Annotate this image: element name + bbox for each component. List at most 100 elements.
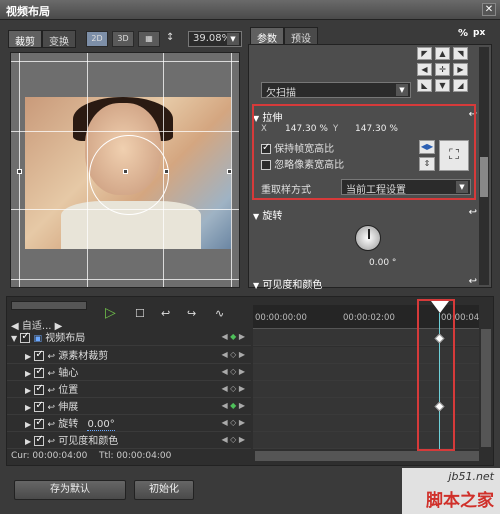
highlight-box [252, 104, 476, 200]
tab-crop[interactable]: 裁剪 [8, 30, 42, 48]
track-checkbox[interactable] [34, 417, 45, 429]
align-left-button[interactable]: ◀ [417, 63, 432, 76]
rotation-dial[interactable] [355, 225, 381, 251]
guide-line [11, 131, 239, 132]
track-label: 旋转 [58, 419, 79, 430]
scrollbar[interactable] [479, 47, 489, 285]
save-default-button[interactable]: 存为默认 [14, 480, 126, 500]
guide-line [11, 61, 239, 62]
title-bar: 视频布局 ✕ [0, 0, 500, 20]
track-label: 视频布局 [45, 333, 86, 344]
align-bottom-button[interactable]: ▼ [435, 79, 450, 92]
track-checkbox[interactable] [20, 331, 31, 343]
graph-button[interactable]: ∿ [215, 307, 224, 320]
reset-icon[interactable]: ↩ [48, 352, 56, 362]
reset-icon[interactable]: ↩ [469, 276, 477, 287]
timeline-scrollbar[interactable] [255, 451, 479, 461]
rotate-value[interactable]: 0.00 ° [369, 258, 396, 268]
reset-icon[interactable]: ↩ [48, 403, 56, 413]
track-checkbox[interactable] [34, 383, 45, 395]
expand-icon[interactable]: ▶ [25, 403, 31, 412]
watermark-name: 脚本之家 [426, 491, 494, 511]
track-checkbox[interactable] [34, 400, 45, 412]
track-checkbox[interactable] [34, 366, 45, 378]
collapse-icon[interactable]: ▼ [11, 334, 17, 343]
align-top-right-button[interactable]: ◥ [453, 47, 468, 60]
3d-mode-button[interactable]: 3D [112, 31, 134, 47]
next-keyframe-button[interactable]: ↪ [187, 307, 196, 320]
watermark: jb51.net 脚本之家 [402, 468, 500, 514]
keyframe-nav[interactable]: ◀ ◇ ▶ [221, 350, 245, 359]
zoom-slider[interactable] [11, 301, 87, 310]
track-checkbox[interactable] [34, 349, 45, 361]
current-time: Cur: 00:00:04:00 [11, 451, 88, 461]
keyframe-nav[interactable]: ◀ ◇ ▶ [221, 367, 245, 376]
2d-mode-button[interactable]: 2D [86, 31, 108, 47]
resize-handle[interactable] [227, 169, 232, 174]
expand-icon[interactable]: ▶ [25, 369, 31, 378]
reset-icon[interactable]: ↩ [469, 207, 477, 218]
keyframe-nav[interactable]: ◀ ◆ ▶ [221, 401, 245, 410]
align-top-left-button[interactable]: ◤ [417, 47, 432, 60]
percent-unit-button[interactable]: % [458, 28, 468, 39]
track-visibility[interactable]: ▶ ↩ 可见度和颜色 ◀ ◇ ▶ [7, 432, 251, 449]
play-button[interactable]: ▷ [105, 305, 116, 321]
px-unit-button[interactable]: px [473, 28, 485, 38]
collapse-icon[interactable]: ▼ [253, 212, 259, 221]
collapse-icon[interactable]: ▼ [253, 281, 259, 290]
keyframe-nav[interactable]: ◀ ◇ ▶ [221, 384, 245, 393]
track-label: 位置 [58, 385, 79, 396]
align-right-button[interactable]: ▶ [453, 63, 468, 76]
expand-icon[interactable]: ▶ [25, 386, 31, 395]
keyframe-nav[interactable]: ◀ ◇ ▶ [221, 435, 245, 444]
tab-presets[interactable]: 预设 [284, 27, 318, 45]
timeline-vscrollbar[interactable] [481, 329, 491, 447]
add-keyframe-button[interactable]: ☐ [135, 307, 145, 320]
playhead-highlight-box [417, 299, 455, 451]
dial-needle [368, 229, 370, 239]
track-label: 可见度和颜色 [58, 436, 119, 447]
track-rotate[interactable]: ▶ ↩ 旋转 0.00° ◀ ◇ ▶ [7, 415, 251, 432]
expand-icon[interactable]: ▶ [25, 437, 31, 446]
guide-line [11, 279, 239, 280]
align-top-button[interactable]: ▲ [435, 47, 450, 60]
zoom-dropdown[interactable]: 39.08% ▼ [188, 31, 242, 47]
resize-handle[interactable] [164, 169, 169, 174]
guide-line [87, 53, 88, 287]
scrollbar-thumb[interactable] [480, 157, 488, 197]
track-position[interactable]: ▶ ↩ 位置 ◀ ◇ ▶ [7, 381, 251, 398]
scan-dropdown[interactable]: 欠扫描 ▼ [261, 82, 411, 99]
ruler-tick: 00:00:02:00 [343, 313, 395, 323]
expand-icon[interactable]: ▶ [25, 352, 31, 361]
keyframe-nav[interactable]: ◀ ◇ ▶ [221, 418, 245, 427]
visibility-section: ▼ 可见度和颜色 ↩ [253, 276, 477, 291]
center-handle[interactable] [123, 169, 128, 174]
align-bottom-left-button[interactable]: ◣ [417, 79, 432, 92]
track-checkbox[interactable] [34, 434, 45, 446]
arrow-icon[interactable]: ↕ [166, 32, 174, 43]
resize-handle[interactable] [17, 169, 22, 174]
ruler-tick: 00:00:00:00 [255, 313, 307, 323]
prev-keyframe-button[interactable]: ↩ [161, 307, 170, 320]
grid-toggle-button[interactable]: ▦ [138, 31, 160, 47]
close-button[interactable]: ✕ [482, 3, 496, 16]
track-video-layout[interactable]: ▼ ▣ 视频布局 ◀ ◆ ▶ [7, 329, 251, 346]
track-pivot[interactable]: ▶ ↩ 轴心 ◀ ◇ ▶ [7, 364, 251, 381]
window-title: 视频布局 [6, 5, 50, 18]
rotation-circle[interactable] [89, 135, 169, 215]
tab-params[interactable]: 参数 [250, 27, 284, 45]
reset-icon[interactable]: ↩ [48, 420, 56, 430]
reset-icon[interactable]: ↩ [48, 437, 56, 447]
initialize-button[interactable]: 初始化 [134, 480, 194, 500]
align-center-button[interactable]: ✛ [435, 63, 450, 76]
keyframe-nav[interactable]: ◀ ◆ ▶ [221, 332, 245, 341]
preview-canvas[interactable] [10, 52, 240, 288]
reset-icon[interactable]: ↩ [48, 386, 56, 396]
rotate-track-value[interactable]: 0.00° [87, 419, 115, 431]
reset-icon[interactable]: ↩ [48, 369, 56, 379]
track-source-crop[interactable]: ▶ ↩ 源素材裁剪 ◀ ◇ ▶ [7, 347, 251, 364]
align-bottom-right-button[interactable]: ◢ [453, 79, 468, 92]
tab-transform[interactable]: 变换 [42, 30, 76, 48]
track-stretch[interactable]: ▶ ↩ 伸展 ◀ ◆ ▶ [7, 398, 251, 415]
expand-icon[interactable]: ▶ [25, 420, 31, 429]
